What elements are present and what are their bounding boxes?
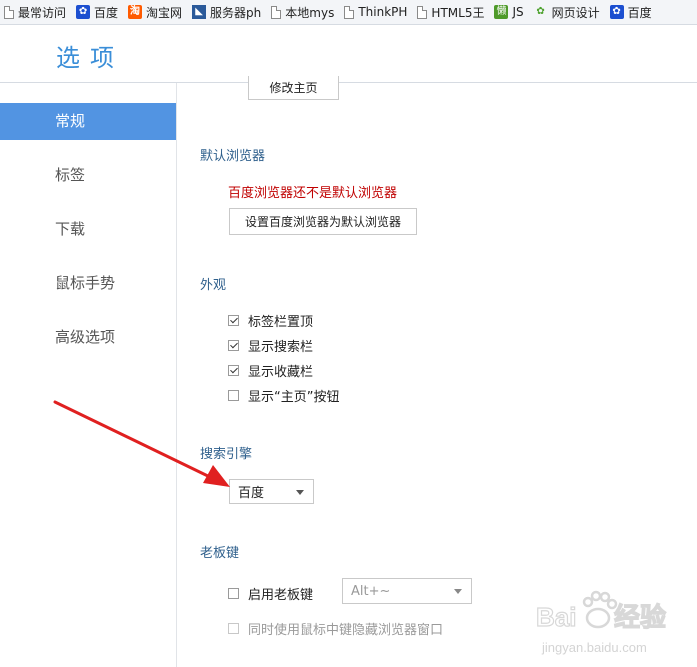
arrow-shaft: [53, 400, 214, 480]
annotation-arrow: [53, 400, 230, 487]
arrow-head: [203, 465, 230, 487]
baidu-paw-icon: [582, 590, 618, 629]
svg-text:经验: 经验: [614, 602, 666, 633]
baidu-jingyan-watermark: Bai 经验 jingyan.baidu.com: [536, 590, 667, 655]
svg-text:Bai: Bai: [536, 602, 576, 632]
watermark-url: jingyan.baidu.com: [541, 640, 647, 655]
